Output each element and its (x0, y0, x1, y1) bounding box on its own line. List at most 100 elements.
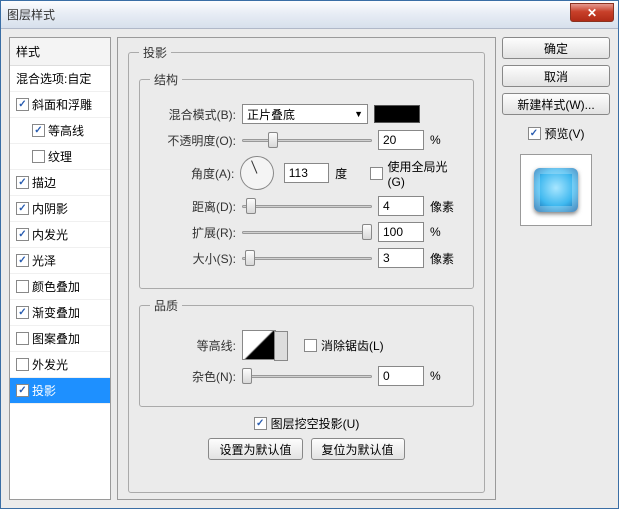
style-item[interactable]: 等高线 (10, 118, 110, 144)
style-item-label: 纹理 (48, 148, 72, 165)
blend-mode-label: 混合模式(B): (150, 106, 236, 123)
style-item-label: 投影 (32, 382, 56, 399)
angle-label: 角度(A): (150, 165, 234, 182)
angle-input[interactable]: 113 (284, 163, 329, 183)
checkbox-icon (16, 98, 29, 111)
checkbox-icon (16, 358, 29, 371)
global-light-checkbox[interactable]: 使用全局光(G) (370, 158, 463, 189)
spread-unit: % (430, 225, 460, 239)
opacity-input[interactable]: 20 (378, 130, 424, 150)
style-item-label: 斜面和浮雕 (32, 96, 92, 113)
spread-slider[interactable] (242, 223, 372, 241)
contour-label: 等高线: (150, 337, 236, 354)
size-input[interactable]: 3 (378, 248, 424, 268)
checkbox-icon (16, 228, 29, 241)
ok-button[interactable]: 确定 (502, 37, 610, 59)
quality-group: 品质 等高线: 消除锯齿(L) 杂色(N): 0 (139, 297, 474, 407)
settings-panel: 投影 结构 混合模式(B): 正片叠底 ▼ 不透明度(O): (117, 37, 496, 500)
contour-picker[interactable] (242, 330, 276, 360)
style-item-label: 渐变叠加 (32, 304, 80, 321)
checkbox-icon (254, 417, 267, 430)
preview-label: 预览(V) (545, 125, 585, 142)
knockout-label: 图层挖空投影(U) (271, 415, 360, 432)
noise-unit: % (430, 369, 460, 383)
cancel-button[interactable]: 取消 (502, 65, 610, 87)
style-item[interactable]: 投影 (10, 378, 110, 404)
style-item[interactable]: 斜面和浮雕 (10, 92, 110, 118)
distance-unit: 像素 (430, 198, 460, 215)
style-item[interactable]: 内阴影 (10, 196, 110, 222)
layer-style-dialog: 图层样式 ✕ 样式 混合选项:自定 斜面和浮雕等高线纹理描边内阴影内发光光泽颜色… (0, 0, 619, 509)
dialog-content: 样式 混合选项:自定 斜面和浮雕等高线纹理描边内阴影内发光光泽颜色叠加渐变叠加图… (1, 29, 618, 508)
checkbox-icon (528, 127, 541, 140)
style-item[interactable]: 渐变叠加 (10, 300, 110, 326)
close-icon: ✕ (587, 6, 597, 20)
style-item-label: 图案叠加 (32, 330, 80, 347)
size-slider[interactable] (242, 249, 372, 267)
preview-box (520, 154, 592, 226)
checkbox-icon (16, 280, 29, 293)
blend-options-label: 混合选项:自定 (16, 70, 91, 87)
styles-list: 混合选项:自定 斜面和浮雕等高线纹理描边内阴影内发光光泽颜色叠加渐变叠加图案叠加… (10, 66, 110, 499)
checkbox-icon (16, 202, 29, 215)
checkbox-icon (370, 167, 383, 180)
style-item-label: 光泽 (32, 252, 56, 269)
global-light-label: 使用全局光(G) (387, 158, 463, 189)
antialias-checkbox[interactable]: 消除锯齿(L) (304, 337, 384, 354)
opacity-label: 不透明度(O): (150, 132, 236, 149)
blend-mode-select[interactable]: 正片叠底 ▼ (242, 104, 368, 124)
structure-title: 结构 (150, 71, 182, 88)
size-label: 大小(S): (150, 250, 236, 267)
new-style-button[interactable]: 新建样式(W)... (502, 93, 610, 115)
checkbox-icon (32, 124, 45, 137)
blend-options-item[interactable]: 混合选项:自定 (10, 66, 110, 92)
styles-list-panel: 样式 混合选项:自定 斜面和浮雕等高线纹理描边内阴影内发光光泽颜色叠加渐变叠加图… (9, 37, 111, 500)
style-item[interactable]: 光泽 (10, 248, 110, 274)
antialias-label: 消除锯齿(L) (321, 337, 384, 354)
noise-slider[interactable] (242, 367, 372, 385)
quality-title: 品质 (150, 297, 182, 314)
set-default-button[interactable]: 设置为默认值 (208, 438, 302, 460)
style-item-label: 内阴影 (32, 200, 68, 217)
style-item[interactable]: 外发光 (10, 352, 110, 378)
spread-input[interactable]: 100 (378, 222, 424, 242)
structure-group: 结构 混合模式(B): 正片叠底 ▼ 不透明度(O): 20 % (139, 71, 474, 289)
window-title: 图层样式 (7, 6, 55, 23)
size-unit: 像素 (430, 250, 460, 267)
style-item[interactable]: 描边 (10, 170, 110, 196)
checkbox-icon (16, 254, 29, 267)
angle-dial[interactable] (240, 156, 273, 190)
shadow-color-swatch[interactable] (374, 105, 420, 123)
style-item-label: 颜色叠加 (32, 278, 80, 295)
right-column: 确定 取消 新建样式(W)... 预览(V) (502, 37, 610, 500)
style-item-label: 等高线 (48, 122, 84, 139)
styles-header: 样式 (10, 38, 110, 66)
distance-label: 距离(D): (150, 198, 236, 215)
effect-group: 投影 结构 混合模式(B): 正片叠底 ▼ 不透明度(O): (128, 44, 485, 493)
preview-checkbox[interactable]: 预览(V) (502, 125, 610, 142)
spread-label: 扩展(R): (150, 224, 236, 241)
close-button[interactable]: ✕ (570, 3, 614, 22)
distance-slider[interactable] (242, 197, 372, 215)
style-item[interactable]: 图案叠加 (10, 326, 110, 352)
knockout-checkbox[interactable]: 图层挖空投影(U) (254, 415, 360, 432)
reset-default-button[interactable]: 复位为默认值 (311, 438, 405, 460)
style-item[interactable]: 颜色叠加 (10, 274, 110, 300)
style-item[interactable]: 内发光 (10, 222, 110, 248)
blend-mode-value: 正片叠底 (247, 106, 295, 123)
effect-title: 投影 (139, 44, 171, 61)
checkbox-icon (16, 176, 29, 189)
opacity-slider[interactable] (242, 131, 372, 149)
style-item-label: 外发光 (32, 356, 68, 373)
distance-input[interactable]: 4 (378, 196, 424, 216)
style-item-label: 内发光 (32, 226, 68, 243)
titlebar[interactable]: 图层样式 ✕ (1, 1, 618, 29)
angle-unit: 度 (335, 165, 364, 182)
checkbox-icon (16, 306, 29, 319)
checkbox-icon (16, 384, 29, 397)
checkbox-icon (32, 150, 45, 163)
style-item[interactable]: 纹理 (10, 144, 110, 170)
noise-input[interactable]: 0 (378, 366, 424, 386)
opacity-unit: % (430, 133, 460, 147)
checkbox-icon (304, 339, 317, 352)
